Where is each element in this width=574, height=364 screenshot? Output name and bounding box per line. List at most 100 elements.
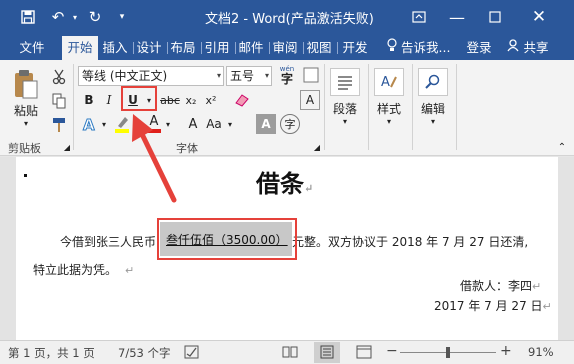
paste-button[interactable]: 粘贴 [8,102,44,118]
tab-layout[interactable]: 布局 [168,36,198,60]
tab-review[interactable]: 审阅 [270,36,300,60]
font-launcher-icon[interactable]: ◢ [312,142,322,152]
share-button[interactable]: 共享 [500,36,556,60]
customize-quick-access-icon[interactable]: ▾ [114,0,130,34]
ribbon-home: 粘贴 ▾ 剪贴板 ◢ 等线 (中文正文) ▾ 五号 ▾ wén 字 B I U … [0,60,574,156]
char-shading-button[interactable]: A [256,114,276,134]
format-painter-icon[interactable] [50,116,68,134]
page-count[interactable]: 第 1 页，共 1 页 [8,345,95,361]
maximize-button[interactable] [476,0,514,34]
chevron-down-icon: ▾ [216,71,221,80]
collapse-ribbon-icon[interactable]: ⌃ [556,142,568,153]
paragraph-dropdown-icon[interactable]: ▾ [338,116,352,126]
tab-file[interactable]: 文件 [14,36,50,60]
paragraph-icon[interactable] [330,68,360,96]
amount-highlight-box [157,218,297,260]
tab-home[interactable]: 开始 [62,36,98,60]
login-link[interactable]: 登录 [462,36,496,60]
clipboard-launcher-icon[interactable]: ◢ [62,142,72,152]
minimize-button[interactable]: — [438,0,476,34]
subscript-button[interactable]: x₂ [182,90,200,110]
phonetic-guide-glyph: 字 [280,72,293,86]
window-title: 文档2 - Word(产品激活失败) [205,12,374,27]
lightbulb-icon [386,36,398,60]
font-size-value: 五号 [230,69,255,83]
char-border-button[interactable]: A [300,90,320,110]
paragraph-button[interactable]: 段落 [326,100,364,116]
cut-icon[interactable] [50,68,68,86]
group-divider [73,64,74,150]
proofing-icon[interactable] [184,345,200,362]
word-count[interactable]: 7/53 个字 [118,345,170,361]
tab-references[interactable]: 引用 [202,36,232,60]
text-effects-icon[interactable]: A [80,114,100,134]
para-prefix: 今借到张三人民币 [60,235,157,249]
undo-dropdown-icon[interactable]: ▾ [70,0,80,34]
clear-formatting-placeholder-icon[interactable] [300,64,322,86]
group-divider [456,64,457,150]
font-name-select[interactable]: 等线 (中文正文) ▾ [78,66,224,86]
styles-button[interactable]: 样式 [370,100,408,116]
svg-text:A: A [83,116,95,132]
svg-text:A: A [381,75,390,90]
superscript-button[interactable]: x² [202,90,220,110]
zoom-out-button[interactable]: − [386,343,398,359]
print-layout-icon[interactable] [319,345,335,362]
styles-icon[interactable]: A [374,68,404,96]
tell-me-box[interactable]: 告诉我... [386,36,466,60]
para-line2: 特立此据为凭。 ↵ [33,261,134,278]
enclose-char-button[interactable]: 字 [280,114,300,134]
phonetic-guide-button[interactable]: wén 字 [276,64,298,86]
borrower-line: 借款人：李四↵ [460,277,541,294]
paste-icon[interactable] [8,66,44,102]
web-layout-icon[interactable] [356,345,372,362]
zoom-in-button[interactable]: + [500,343,512,359]
change-case-dropdown-icon[interactable]: ▾ [226,114,234,134]
save-icon[interactable] [14,0,42,34]
paragraph-mark: ↵ [125,264,135,277]
redo-icon[interactable]: ↻ [84,0,106,34]
group-divider [412,64,413,150]
styles-dropdown-icon[interactable]: ▾ [382,116,396,126]
grow-font-button[interactable]: A [184,114,202,134]
tab-design[interactable]: 设计 [134,36,164,60]
zoom-level[interactable]: 91% [528,345,554,359]
italic-button[interactable]: I [100,90,118,110]
paragraph-mark: ↵ [542,300,552,313]
annotation-arrow-icon [132,114,177,203]
highlight-icon[interactable] [112,114,132,134]
tab-developer[interactable]: 开发 [338,36,372,60]
date-text: 2017 年 7 月 27 日 [434,299,543,313]
document-heading: 借条↵ [256,164,313,199]
editing-dropdown-icon[interactable]: ▾ [426,116,440,126]
share-label: 共享 [523,40,549,55]
undo-icon[interactable]: ↶ [46,0,70,34]
person-icon [507,36,520,60]
close-button[interactable]: ✕ [520,0,558,34]
zoom-slider-thumb[interactable] [446,347,450,358]
tab-insert[interactable]: 插入 [100,36,130,60]
read-mode-icon[interactable] [282,345,298,362]
strikethrough-button[interactable]: abc [158,90,182,110]
editing-button[interactable]: 编辑 [414,100,452,116]
title-bar: ↶ ▾ ↻ ▾ 文档2 - Word(产品激活失败) — ✕ [0,0,574,34]
tab-view[interactable]: 视图 [304,36,334,60]
paste-dropdown-icon[interactable]: ▾ [18,118,34,128]
paragraph-mark: ↵ [532,280,542,293]
ribbon-display-options-icon[interactable] [400,0,438,34]
underline-highlight-box [121,86,157,111]
search-icon[interactable] [418,68,448,96]
chevron-down-icon: ▾ [264,71,269,80]
eraser-icon[interactable] [232,90,252,110]
tab-mailings[interactable]: 邮件 [236,36,266,60]
cursor-mark [24,174,27,177]
text-effects-dropdown-icon[interactable]: ▾ [100,114,108,134]
bold-button[interactable]: B [80,90,98,110]
font-size-select[interactable]: 五号 ▾ [226,66,272,86]
clipboard-group-label: 剪贴板 [8,142,41,155]
para-suffix: 元整。双方协议于 2018 年 7 月 27 日还清, [292,235,529,249]
tell-me-label: 告诉我... [401,40,451,55]
para-line2-text: 特立此据为凭。 [33,263,118,277]
copy-icon[interactable] [50,92,68,110]
change-case-button[interactable]: Aa [204,114,224,134]
